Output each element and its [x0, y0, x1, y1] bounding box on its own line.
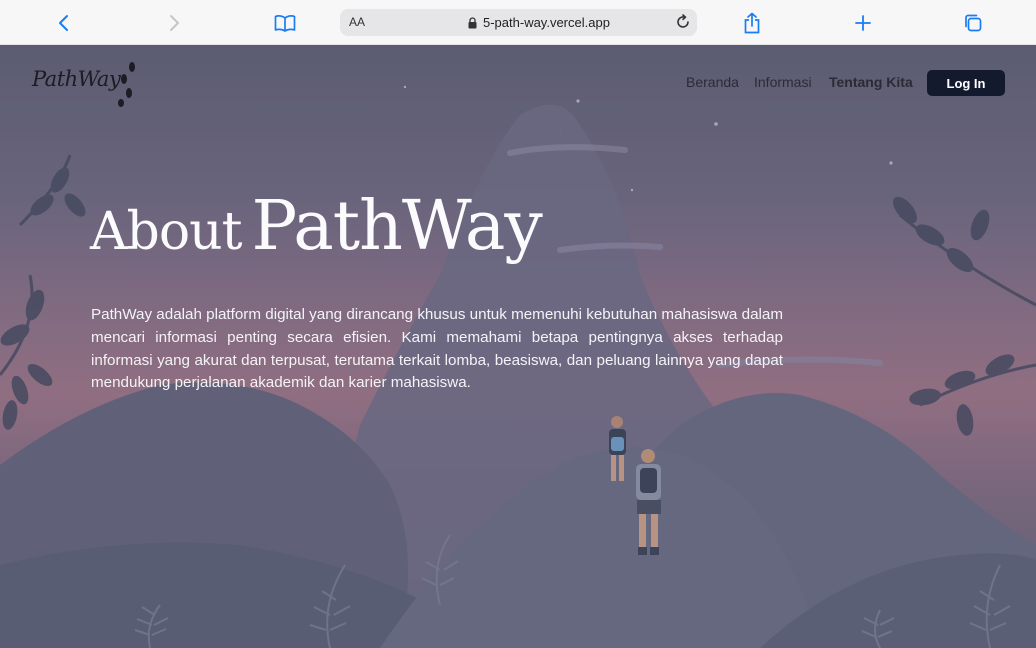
lock-icon	[468, 16, 477, 28]
bookmarks-button[interactable]	[272, 10, 298, 36]
page-title: About PathWay	[90, 187, 543, 266]
browser-toolbar: AA 5-path-way.vercel.app	[0, 0, 1036, 45]
back-icon	[59, 15, 68, 31]
url-display[interactable]: 5-path-way.vercel.app	[468, 15, 610, 30]
title-pathway: PathWay	[251, 187, 543, 266]
footprints-icon	[118, 62, 135, 107]
share-button[interactable]	[739, 10, 765, 36]
url-text: 5-path-way.vercel.app	[483, 15, 610, 30]
site-logo[interactable]: PathWay	[32, 67, 121, 91]
bookmarks-icon	[274, 15, 296, 32]
reload-icon	[677, 14, 689, 28]
web-page: PathWay Beranda Informasi Tentang Kita L…	[0, 45, 1036, 648]
share-icon	[744, 12, 760, 34]
reload-button[interactable]	[675, 14, 691, 35]
nav-informasi[interactable]: Informasi	[754, 74, 812, 90]
forward-icon	[170, 15, 179, 31]
forward-button[interactable]	[161, 10, 187, 36]
reader-text-size[interactable]: AA	[349, 15, 365, 29]
login-button[interactable]: Log In	[927, 70, 1005, 96]
about-description: PathWay adalah platform digital yang dir…	[91, 306, 783, 392]
back-button[interactable]	[51, 10, 77, 36]
tabs-icon	[965, 14, 982, 32]
nav-beranda[interactable]: Beranda	[686, 74, 739, 90]
title-about: About	[90, 202, 243, 262]
new-tab-button[interactable]	[850, 10, 876, 36]
tabs-button[interactable]	[960, 10, 986, 36]
address-bar[interactable]: AA 5-path-way.vercel.app	[340, 9, 697, 36]
logo-text: PathWay	[32, 67, 121, 91]
nav-tentang-kita[interactable]: Tentang Kita	[829, 74, 913, 90]
new-tab-icon	[855, 15, 871, 31]
